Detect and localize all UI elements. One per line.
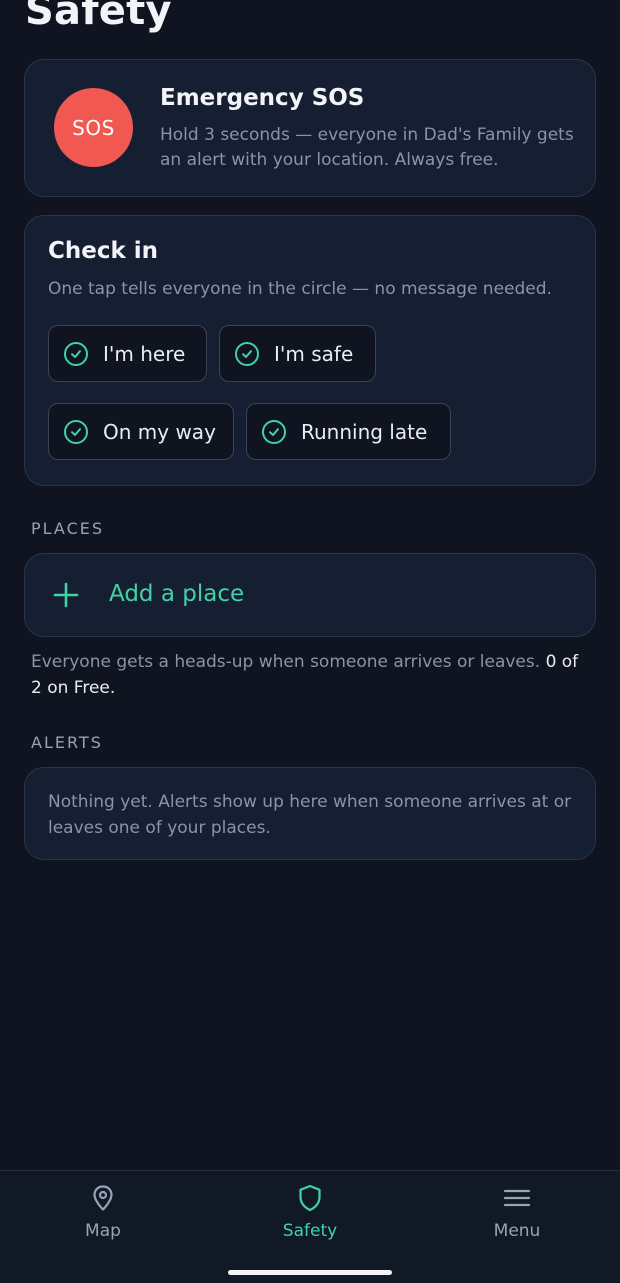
sos-description: Hold 3 seconds — everyone in Dad's Famil… <box>160 125 574 170</box>
nav-label: Map <box>85 1221 121 1241</box>
shield-icon <box>299 1184 321 1212</box>
alerts-empty-state: Nothing yet. Alerts show up here when so… <box>48 792 572 838</box>
chip-label: I'm here <box>103 341 186 366</box>
map-pin-icon <box>93 1185 113 1211</box>
add-place-button[interactable]: Add a place <box>24 553 596 637</box>
places-note-text: Everyone gets a heads-up when someone ar… <box>31 652 541 672</box>
plus-icon <box>53 582 79 608</box>
nav-item-safety[interactable]: Safety <box>250 1183 370 1253</box>
add-place-label: Add a place <box>109 581 245 607</box>
alerts-section-label: ALERTS <box>31 733 103 752</box>
bottom-nav: Map Safety Menu <box>0 1170 620 1283</box>
nav-item-menu[interactable]: Menu <box>457 1183 577 1253</box>
check-in-card: Check in One tap tells everyone in the c… <box>24 215 596 486</box>
check-in-im-here-button[interactable]: I'm here <box>48 325 207 382</box>
sos-button[interactable]: SOS <box>54 88 133 167</box>
sos-title: Emergency SOS <box>160 85 365 111</box>
check-in-running-late-button[interactable]: Running late <box>246 403 451 460</box>
check-circle-icon <box>235 341 259 366</box>
places-section-label: PLACES <box>31 519 105 538</box>
page-title: Safety <box>25 0 172 34</box>
check-circle-icon <box>64 419 88 444</box>
check-in-description: One tap tells everyone in the circle — n… <box>48 279 552 299</box>
nav-item-map[interactable]: Map <box>43 1183 163 1253</box>
check-in-title: Check in <box>48 238 159 264</box>
nav-label: Menu <box>493 1221 541 1241</box>
menu-icon <box>503 1189 531 1207</box>
alerts-card: Nothing yet. Alerts show up here when so… <box>24 767 596 860</box>
check-circle-icon <box>64 341 88 366</box>
safety-screen: Safety SOS Emergency SOS Hold 3 seconds … <box>0 0 620 1283</box>
check-in-on-my-way-button[interactable]: On my way <box>48 403 234 460</box>
check-in-im-safe-button[interactable]: I'm safe <box>219 325 376 382</box>
places-note: Everyone gets a heads-up when someone ar… <box>31 649 591 701</box>
check-circle-icon <box>262 419 286 444</box>
chip-label: Running late <box>301 419 428 444</box>
nav-label: Safety <box>282 1221 338 1241</box>
chip-label: On my way <box>103 419 216 444</box>
chip-label: I'm safe <box>274 341 354 366</box>
emergency-sos-card: SOS Emergency SOS Hold 3 seconds — every… <box>24 59 596 197</box>
home-indicator[interactable] <box>228 1270 392 1275</box>
